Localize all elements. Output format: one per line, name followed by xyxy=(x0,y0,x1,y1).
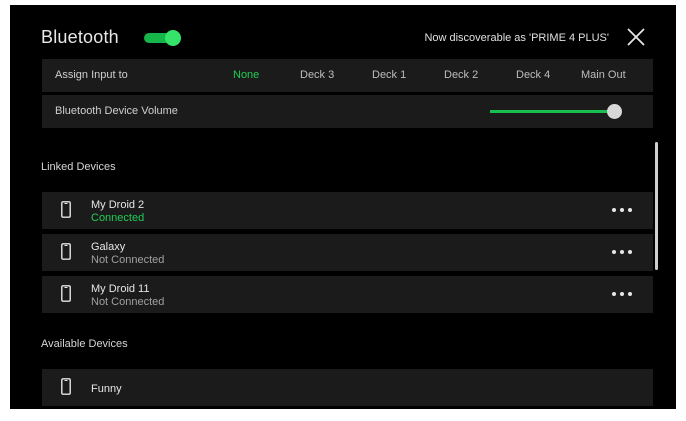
device-status: Not Connected xyxy=(91,296,165,308)
device-status: Not Connected xyxy=(91,254,165,266)
bluetooth-panel: Bluetooth Now discoverable as 'PRIME 4 P… xyxy=(10,5,676,409)
device-row[interactable]: Galaxy Not Connected xyxy=(42,234,653,271)
phone-icon xyxy=(61,378,71,395)
assign-option-deck-3[interactable]: Deck 3 xyxy=(300,69,334,81)
device-name: Galaxy xyxy=(91,241,126,253)
more-options-icon[interactable] xyxy=(611,207,633,213)
volume-label: Bluetooth Device Volume xyxy=(55,105,178,117)
bluetooth-toggle[interactable] xyxy=(144,30,182,46)
assign-option-deck-4[interactable]: Deck 4 xyxy=(516,69,550,81)
linked-devices-heading: Linked Devices xyxy=(41,161,116,173)
assign-option-deck-2[interactable]: Deck 2 xyxy=(444,69,478,81)
device-status: Connected xyxy=(91,212,145,224)
volume-row: Bluetooth Device Volume xyxy=(42,95,653,128)
more-options-icon[interactable] xyxy=(611,291,633,297)
phone-icon xyxy=(61,285,71,302)
discoverable-status: Now discoverable as 'PRIME 4 PLUS' xyxy=(424,32,609,44)
phone-icon xyxy=(61,243,71,260)
assign-input-label: Assign Input to xyxy=(55,69,128,81)
page-title: Bluetooth xyxy=(41,27,119,47)
device-row[interactable]: My Droid 2 Connected xyxy=(42,192,653,229)
assign-option-main-out[interactable]: Main Out xyxy=(581,69,626,81)
volume-slider-handle[interactable] xyxy=(607,104,622,119)
scrollbar[interactable] xyxy=(655,142,658,270)
assign-option-deck-1[interactable]: Deck 1 xyxy=(372,69,406,81)
available-devices-heading: Available Devices xyxy=(41,338,128,350)
device-name: My Droid 11 xyxy=(91,283,150,295)
device-row[interactable]: Funny xyxy=(42,369,653,406)
device-name: Funny xyxy=(91,383,122,395)
device-row[interactable]: My Droid 11 Not Connected xyxy=(42,276,653,313)
device-name: My Droid 2 xyxy=(91,199,145,211)
toggle-knob xyxy=(165,30,181,46)
close-icon[interactable] xyxy=(626,27,646,47)
volume-slider-track[interactable] xyxy=(490,110,617,113)
assign-input-row: Assign Input to None Deck 3 Deck 1 Deck … xyxy=(42,59,653,92)
assign-option-none[interactable]: None xyxy=(233,69,259,81)
phone-icon xyxy=(61,201,71,218)
more-options-icon[interactable] xyxy=(611,249,633,255)
